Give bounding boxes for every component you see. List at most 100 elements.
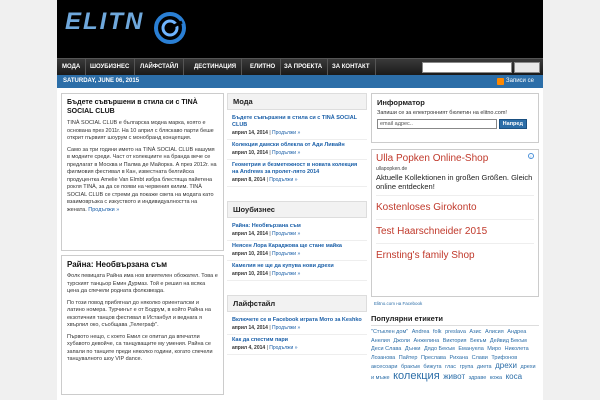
read-more-link[interactable]: Продължи » [272, 271, 300, 277]
tag-link[interactable]: Дънки [405, 346, 421, 352]
ad-link[interactable]: Ernsting's family Shop [376, 250, 534, 267]
section-moda: Мода Бъдете съвършени в стила си с TINÀ … [227, 93, 367, 187]
tag-link[interactable]: група [460, 364, 474, 370]
article-paragraph: По този повод прибягнал до няколко ориен… [67, 299, 211, 329]
search-button[interactable] [514, 62, 540, 73]
item-meta: април 14, 2014 | Продължи » [232, 231, 301, 237]
tag-link[interactable]: Анелия [371, 338, 390, 344]
read-more-link[interactable]: Продължи » [88, 207, 119, 213]
main-nav: МОДА ШОУБИЗНЕС ЛАЙФСТАЙЛ ДЕСТИНАЦИЯ ЕЛИТ… [57, 58, 543, 76]
tag-link[interactable]: Николета [505, 346, 529, 352]
article-paragraph: Фолк певицата Райна има нов влиятелен об… [67, 273, 218, 294]
item-title[interactable]: Колекция дамски облекла от Ади Ливайн [232, 142, 362, 149]
item-title[interactable]: Бъдете съвършени в стила си с TINÀ SOCIA… [232, 115, 362, 129]
tag-link[interactable]: Дядо Бекъм [424, 346, 455, 352]
item-title[interactable]: Камелия не ще да купува нови дрехи [232, 263, 362, 270]
nav-item-contact[interactable]: ЗА КОНТАКТ [327, 59, 376, 76]
article-title[interactable]: Райна: Необвързана съм [67, 260, 218, 269]
nav-item-elitno[interactable]: ЕЛИТНО [245, 59, 282, 76]
subscribe-button[interactable]: Напред [498, 119, 527, 129]
tag-link[interactable]: колекция [393, 370, 440, 382]
date-bar: SATURDAY, JUNE 06, 2015 Записи се [57, 75, 543, 88]
read-more-link[interactable]: Продължи » [272, 150, 300, 156]
ad-link[interactable]: Test Haarschneider 2015 [376, 226, 534, 244]
ad-link[interactable]: Ulla Popken Online-Shop [376, 153, 534, 164]
read-more-link[interactable]: Продължи » [272, 231, 300, 237]
read-more-link[interactable]: Продължи » [272, 130, 300, 136]
tag-link[interactable]: дрехи [495, 361, 517, 370]
nav-item-moda[interactable]: МОДА [57, 59, 87, 76]
tag-link[interactable]: Джоли [393, 338, 410, 344]
read-more-link[interactable]: Продължи » [269, 177, 297, 183]
tag-link[interactable]: Дейвид Бекъм [490, 338, 527, 344]
list-item: Неясен Лора Караджова ще стане майка апр… [227, 241, 367, 261]
rss-subscribe-link[interactable]: Записи се [506, 75, 534, 88]
nav-item-lifestyle[interactable]: ЛАЙФСТАЙЛ [135, 59, 185, 76]
tag-link[interactable]: Пайтер [399, 355, 418, 361]
tag-link[interactable]: живот [443, 372, 465, 381]
list-item: Геометрия и безметежност в новата колекц… [227, 160, 367, 187]
tag-link[interactable]: Деси Слава [371, 346, 401, 352]
section-title[interactable]: Мода [227, 93, 367, 110]
tag-link[interactable]: и мъже [371, 375, 390, 381]
tag-link[interactable]: Азис [469, 329, 481, 335]
tag-link[interactable]: глас [445, 364, 456, 370]
tag-link[interactable]: Виктория [443, 338, 467, 344]
tag-link[interactable]: здраве [469, 375, 487, 381]
email-input[interactable]: email адрес.. [377, 119, 497, 129]
tag-link[interactable]: кожа [490, 375, 502, 381]
search-input[interactable] [422, 62, 512, 73]
list-item: Бъдете съвършени в стила си с TINÀ SOCIA… [227, 113, 367, 140]
read-more-link[interactable]: Продължи » [272, 251, 300, 257]
section-title[interactable]: Лайфстайл [227, 295, 367, 312]
tag-link[interactable]: Анжелина [414, 338, 440, 344]
tag-link[interactable]: folk [433, 329, 442, 335]
ad-link[interactable]: Kostenloses Girokonto [376, 195, 534, 220]
rss-icon[interactable] [497, 78, 504, 85]
nav-item-about[interactable]: ЗА ПРОЕКТА [279, 59, 329, 76]
tag-link[interactable]: Andrea [412, 329, 430, 335]
tag-link[interactable]: Трифонов [491, 355, 517, 361]
logo[interactable]: ELITN [65, 8, 144, 36]
article-paragraph: Първото нещо, с което Емил се опитал да … [67, 333, 213, 363]
item-title[interactable]: Геометрия и безметежност в новата колекц… [232, 162, 362, 176]
tag-link[interactable]: preslava [445, 329, 466, 335]
tag-link[interactable]: "Стъклен дом" [371, 329, 408, 335]
ad-url[interactable]: ullapopken.de [376, 166, 534, 172]
read-more-link[interactable]: Продължи » [269, 345, 297, 351]
tag-link[interactable]: Бекъм [470, 338, 486, 344]
logo-swirl-icon[interactable] [152, 8, 188, 48]
tag-link[interactable]: диета [477, 364, 492, 370]
item-meta: април 14, 2014 | Продължи » [232, 130, 301, 136]
facebook-link[interactable]: Elitno.com на Facebook [374, 301, 539, 306]
article-paragraph: Само за три години името на TINÀ SOCIAL … [67, 146, 217, 213]
tag-link[interactable]: Емануела [458, 346, 483, 352]
tag-cloud: "Стъклен дом" Andrea folk preslava Азис … [371, 328, 539, 382]
tag-link[interactable]: Преслава [421, 355, 446, 361]
article-title[interactable]: Бъдете съвършени в стила си с TINÀ SOCIA… [67, 98, 218, 116]
category-column: Мода Бъдете съвършени в стила си с TINÀ … [227, 93, 367, 355]
tag-link[interactable]: коса [506, 372, 523, 381]
ad-block: i Ulla Popken Online-Shop ullapopken.de … [371, 149, 539, 297]
page: ELITN МОДА ШОУБИЗНЕС ЛАЙФСТАЙЛ ДЕСТИНАЦИ… [57, 0, 543, 400]
tag-link[interactable]: Лозанова [371, 355, 395, 361]
section-showbiz: Шоубизнес Райна: Необвързана съм април 1… [227, 201, 367, 281]
article-paragraph: TINÀ SOCIAL CLUB е българска модна марка… [67, 120, 214, 141]
item-title[interactable]: Неясен Лора Караджова ще стане майка [232, 243, 362, 250]
featured-column: Бъдете съвършени в стила си с TINÀ SOCIA… [61, 93, 224, 399]
tag-link[interactable]: дрехи [521, 364, 536, 370]
item-title[interactable]: Включете се в Facebook играта Мото за Ke… [232, 317, 362, 324]
tag-link[interactable]: Миро [487, 346, 501, 352]
item-title[interactable]: Райна: Необвързана съм [232, 223, 362, 230]
tag-link[interactable]: Алисия [485, 329, 504, 335]
section-title[interactable]: Шоубизнес [227, 201, 367, 218]
tag-link[interactable]: Рихана [449, 355, 468, 361]
tag-link[interactable]: Андреа [507, 329, 526, 335]
item-meta: април 4, 2014 | Продължи » [232, 345, 298, 351]
nav-item-destination[interactable]: ДЕСТИНАЦИЯ [189, 59, 243, 76]
read-more-link[interactable]: Продължи » [272, 325, 300, 331]
ad-info-icon[interactable]: i [528, 153, 534, 159]
nav-item-showbiz[interactable]: ШОУБИЗНЕС [85, 59, 136, 76]
item-title[interactable]: Как да спестим пари [232, 337, 362, 344]
tag-link[interactable]: Слави [472, 355, 488, 361]
